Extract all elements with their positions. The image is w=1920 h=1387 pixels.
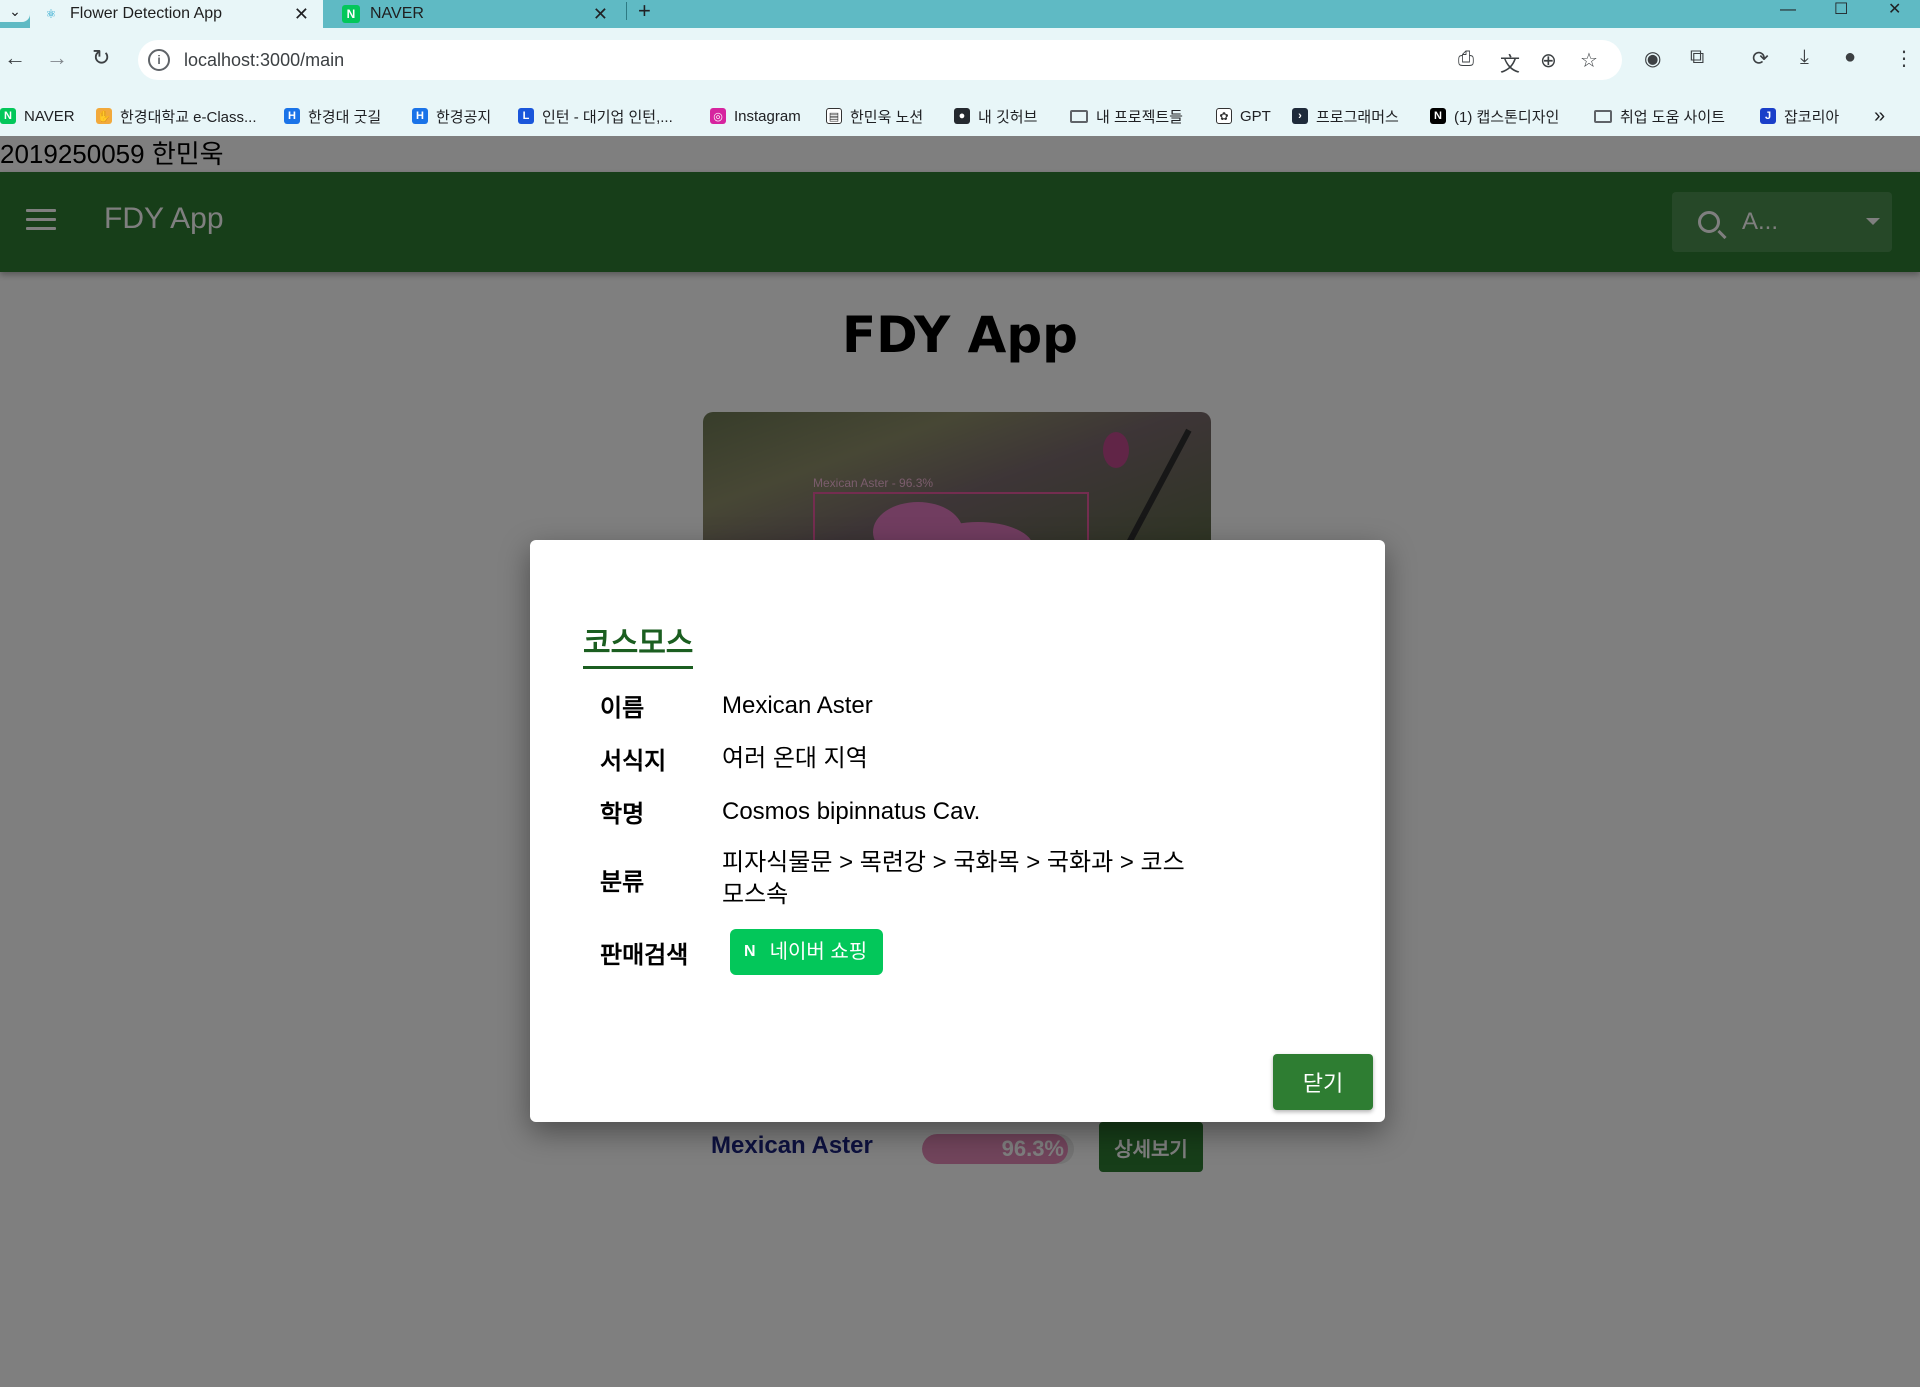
info-row-shopping: 판매검색 N 네이버 쇼핑 [600, 929, 1220, 975]
reload-button[interactable]: ↻ [92, 45, 110, 71]
bookmark-label: 한민욱 노션 [850, 108, 924, 126]
bookmark-label: Instagram [734, 107, 801, 125]
github-icon: ● [954, 108, 970, 124]
flower-info-table: 이름 Mexican Aster 서식지 여러 온대 지역 학명 Cosmos … [600, 688, 1220, 993]
naver-shopping-label: 네이버 쇼핑 [769, 941, 868, 963]
window-close-button[interactable]: ✕ [1888, 0, 1901, 22]
download-icon[interactable]: ⤓ [1800, 46, 1809, 69]
close-button[interactable]: 닫기 [1273, 1054, 1373, 1110]
info-label: 판매검색 [600, 941, 689, 969]
bookmarks-overflow-button[interactable]: » [1874, 96, 1885, 136]
bookmark-label: 인턴 - 대기업 인턴,... [542, 108, 673, 126]
close-icon[interactable]: ✕ [294, 4, 309, 25]
naver-icon: N [342, 5, 360, 23]
react-icon: ⚛ [45, 7, 57, 21]
folder-icon [1594, 109, 1612, 123]
install-app-icon[interactable]: ⎙ [1458, 48, 1474, 71]
extensions-icon[interactable]: ⧉ [1690, 46, 1704, 69]
bookmark-label: NAVER [24, 107, 75, 125]
bookmark-programmers[interactable]: › 프로그래머스 [1292, 96, 1399, 136]
bookmark-notion[interactable]: ▤ 한민욱 노션 [826, 96, 923, 136]
bookmark-hk-goodgil[interactable]: H 한경대 굿길 [284, 96, 381, 136]
tab-title: Flower Detection App [70, 5, 223, 22]
bookmark-label: 한경대학교 e-Class... [120, 108, 257, 126]
info-value: Mexican Aster [722, 691, 873, 719]
bookmark-label: 프로그래머스 [1316, 108, 1399, 126]
bookmark-instagram[interactable]: ◎ Instagram [710, 96, 801, 136]
info-row-habitat: 서식지 여러 온대 지역 [600, 741, 1220, 776]
tab-naver[interactable]: N NAVER ✕ [330, 0, 622, 28]
gpt-icon: ✿ [1216, 108, 1232, 124]
bookmark-github[interactable]: ● 내 깃허브 [954, 96, 1037, 136]
programmers-icon: › [1292, 108, 1308, 124]
address-bar[interactable]: i localhost:3000/main ⎙ 文 ⊕ ☆ [138, 40, 1622, 80]
bookmark-hk-notice[interactable]: H 한경공지 [412, 96, 491, 136]
hand-icon: ✋ [96, 108, 112, 124]
bookmark-label: 한경대 굿길 [308, 108, 382, 126]
url-text: localhost:3000/main [184, 49, 345, 70]
forward-button[interactable]: → [46, 45, 68, 71]
bookmark-star-icon[interactable]: ☆ [1580, 48, 1598, 73]
j-icon: J [1760, 108, 1776, 124]
flower-info-modal: 코스모스 이름 Mexican Aster 서식지 여러 온대 지역 학명 Co… [530, 540, 1385, 1122]
h-icon: H [412, 108, 428, 124]
minimize-button[interactable]: — [1780, 0, 1796, 22]
site-info-icon[interactable]: i [148, 49, 170, 71]
tab-search-menu-button[interactable]: ⌄ [0, 0, 30, 22]
naver-shopping-button[interactable]: N 네이버 쇼핑 [730, 929, 884, 975]
doc-icon: ▤ [826, 108, 842, 124]
instagram-icon: ◎ [710, 108, 726, 124]
info-label: 분류 [600, 868, 645, 896]
bookmark-label: 잡코리아 [1784, 108, 1840, 126]
profile-avatar[interactable]: ● [1844, 46, 1856, 69]
modal-title: 코스모스 [583, 618, 694, 669]
bookmark-label: 내 깃허브 [978, 108, 1038, 126]
bookmark-label: 한경공지 [436, 108, 492, 126]
info-label: 서식지 [600, 748, 667, 775]
notion-icon: N [1430, 108, 1446, 124]
browser-toolbar: ← → ↻ i localhost:3000/main ⎙ 文 ⊕ ☆ ◉ ⧉ … [0, 28, 1920, 100]
info-label: 학명 [600, 801, 645, 828]
extension-globe-icon[interactable]: ◉ [1644, 46, 1661, 71]
info-row-name: 이름 Mexican Aster [600, 688, 1220, 723]
back-button[interactable]: ← [4, 45, 26, 71]
bookmark-folder-jobs[interactable]: 취업 도움 사이트 [1594, 96, 1725, 136]
info-row-classification: 분류 피자식물문 > 목련강 > 국화목 > 국화과 > 코스모스속 [600, 847, 1220, 911]
bookmark-gpt[interactable]: ✿ GPT [1216, 96, 1271, 136]
maximize-button[interactable]: ☐ [1834, 0, 1848, 22]
page-content: 2019250059 한민욱 FDY App A... FDY App Mexi… [0, 136, 1920, 1387]
bookmark-label: (1) 캡스톤디자인 [1454, 108, 1560, 126]
tab-title: NAVER [370, 5, 424, 22]
naver-icon: N [744, 943, 756, 960]
close-icon[interactable]: ✕ [593, 4, 608, 25]
bookmark-intern[interactable]: L 인턴 - 대기업 인턴,... [518, 96, 673, 136]
sync-icon[interactable]: ⟳ [1752, 46, 1769, 71]
bookmark-eclass[interactable]: ✋ 한경대학교 e-Class... [96, 96, 257, 136]
h-icon: H [284, 108, 300, 124]
info-value: 피자식물문 > 목련강 > 국화목 > 국화과 > 코스모스속 [722, 849, 1185, 908]
bookmark-jobkorea[interactable]: J 잡코리아 [1760, 96, 1839, 136]
info-value: 여러 온대 지역 [722, 744, 868, 772]
translate-icon[interactable]: 文 [1500, 48, 1520, 77]
bookmark-capstone[interactable]: N (1) 캡스톤디자인 [1430, 96, 1559, 136]
zoom-icon[interactable]: ⊕ [1540, 48, 1557, 73]
bookmarks-bar: N NAVER ✋ 한경대학교 e-Class... H 한경대 굿길 H 한경… [0, 96, 1920, 136]
bookmark-label: 취업 도움 사이트 [1620, 108, 1725, 126]
bookmark-label: GPT [1240, 107, 1271, 125]
l-icon: L [518, 108, 534, 124]
tab-flower-detection[interactable]: ⚛ Flower Detection App ✕ [30, 0, 323, 28]
new-tab-button[interactable]: + [638, 0, 651, 22]
info-row-scientific-name: 학명 Cosmos bipinnatus Cav. [600, 794, 1220, 829]
info-value: N 네이버 쇼핑 [722, 929, 1220, 975]
tab-divider [626, 2, 627, 20]
naver-icon: N [0, 108, 16, 124]
info-label: 이름 [600, 695, 645, 722]
more-menu-icon[interactable]: ⋮ [1894, 46, 1914, 71]
info-value: Cosmos bipinnatus Cav. [722, 797, 981, 825]
bookmark-label: 내 프로젝트들 [1096, 108, 1183, 126]
folder-icon [1070, 109, 1088, 123]
browser-tabbar: ⌄ ⚛ Flower Detection App ✕ N NAVER ✕ + —… [0, 0, 1920, 28]
bookmark-folder-projects[interactable]: 내 프로젝트들 [1070, 96, 1183, 136]
bookmark-naver[interactable]: N NAVER [0, 96, 75, 136]
